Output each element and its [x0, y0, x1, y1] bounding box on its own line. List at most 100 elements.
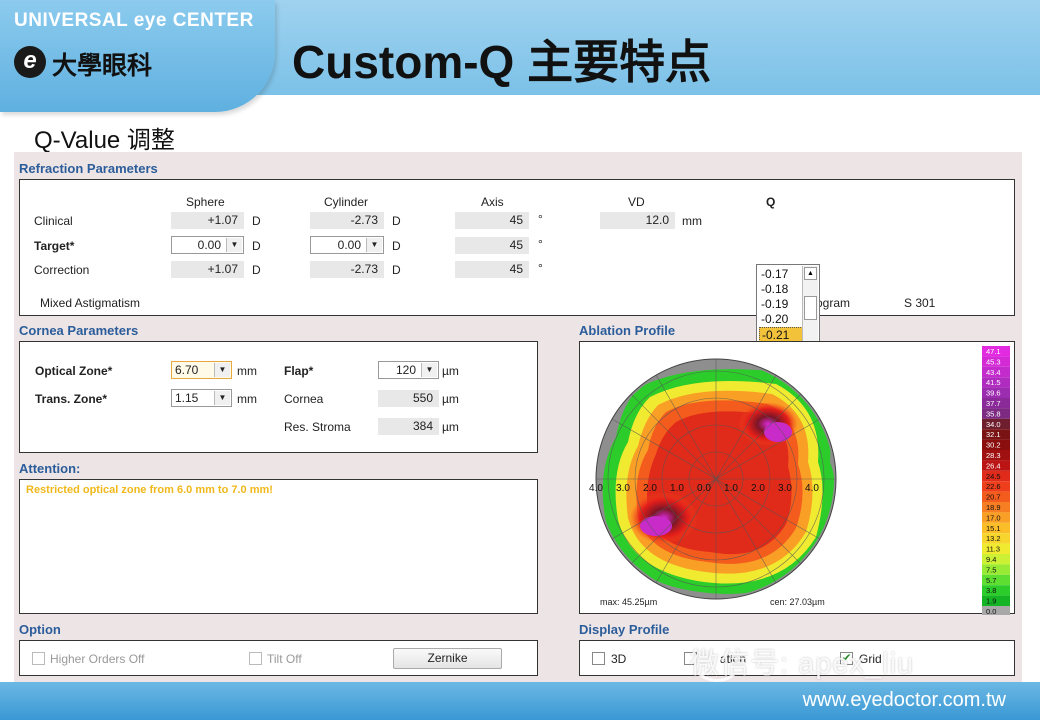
scale-value-label: 9.4 — [986, 555, 996, 564]
scale-value-label: 3.8 — [986, 586, 996, 595]
diagnosis-label: Mixed Astigmatism — [40, 296, 141, 310]
scale-value-label: 26.4 — [986, 461, 1001, 470]
warning-message: Restricted optical zone from 6.0 mm to 7… — [26, 484, 273, 496]
nomogram-value: S 301 — [904, 296, 936, 310]
scale-value-label: 13.2 — [986, 534, 1001, 543]
unit-degree: ° — [538, 237, 543, 251]
higher-orders-checkbox[interactable] — [32, 652, 45, 665]
scroll-up-icon[interactable]: ▲ — [804, 267, 817, 280]
scale-value-label: 41.5 — [986, 378, 1001, 387]
unit-d: D — [392, 263, 401, 277]
row-correction-label: Correction — [34, 263, 90, 277]
col-q-header: Q — [766, 195, 776, 209]
q-option[interactable]: -0.21 — [759, 327, 803, 342]
unit-um: µm — [442, 420, 459, 434]
scale-value-label: 1.9 — [986, 597, 996, 606]
watermark-text: 微信号: apex_liu — [690, 648, 915, 680]
unit-mm: mm — [237, 364, 257, 378]
row-target-label: Target* — [34, 239, 75, 253]
trans-zone-dropdown[interactable]: 1.15 ▼ — [171, 389, 232, 407]
tilt-checkbox[interactable] — [249, 652, 262, 665]
option-section-title: Option — [19, 622, 61, 637]
cornea-section-title: Cornea Parameters — [19, 323, 139, 338]
flap-value: 120 — [395, 363, 416, 377]
axis-tick-label: 4.0 — [805, 483, 819, 494]
axis-tick-label: 2.0 — [751, 483, 765, 494]
display-section-title: Display Profile — [579, 622, 670, 637]
footer-url: www.eyedoctor.com.tw — [802, 689, 1006, 711]
scale-value-label: 37.7 — [986, 399, 1001, 408]
q-option[interactable]: -0.18 — [759, 282, 803, 297]
target-cylinder-dropdown[interactable]: 0.00 ▼ — [310, 236, 384, 254]
q-option[interactable]: -0.17 — [759, 267, 803, 282]
q-option[interactable]: -0.20 — [759, 312, 803, 327]
attention-section-title: Attention: — [19, 461, 81, 476]
col-cylinder-header: Cylinder — [324, 195, 369, 209]
scale-value-label: 18.9 — [986, 503, 1001, 512]
unit-d: D — [392, 214, 401, 228]
chevron-down-icon[interactable]: ▼ — [214, 363, 230, 377]
nomogram-label: ogram — [816, 296, 851, 310]
chevron-down-icon[interactable]: ▼ — [226, 238, 242, 252]
clinical-sphere-value: +1.07 — [171, 212, 244, 229]
target-cylinder-value: 0.00 — [337, 238, 361, 252]
color-scale-legend: 47.145.3 43.441.5 39.637.735.8 34.032.1 30.2… — [982, 346, 1010, 615]
flap-dropdown[interactable]: 120 ▼ — [378, 361, 439, 379]
unit-um: µm — [442, 364, 459, 378]
ablation-map: 4.0 3.0 2.0 1.0 0.0 1.0 2.0 3.0 4.0 max: 45.25µm… — [589, 346, 1010, 615]
axis-tick-label: 4.0 — [589, 483, 603, 494]
flap-label: Flap* — [284, 364, 314, 378]
chevron-down-icon[interactable]: ▼ — [214, 391, 230, 405]
unit-mm: mm — [682, 214, 702, 228]
3d-label: 3D — [611, 652, 627, 666]
res-stroma-value: 384 — [378, 418, 439, 435]
ablation-panel: 4.0 3.0 2.0 1.0 0.0 1.0 2.0 3.0 4.0 max: 45.25µm… — [579, 341, 1015, 615]
trans-zone-value: 1.15 — [175, 391, 199, 405]
correction-sphere-value: +1.07 — [171, 261, 244, 278]
col-axis-header: Axis — [481, 195, 504, 209]
correction-axis-value: 45 — [455, 261, 529, 278]
axis-tick-label: 1.0 — [724, 483, 738, 494]
3d-checkbox[interactable] — [592, 652, 605, 665]
unit-mm: mm — [237, 392, 257, 406]
unit-d: D — [392, 239, 401, 253]
scale-value-label: 39.6 — [986, 389, 1001, 398]
optical-zone-label: Optical Zone* — [35, 364, 113, 378]
trans-zone-label: Trans. Zone* — [35, 392, 108, 406]
max-depth-label: max: 45.25µm — [600, 597, 657, 607]
cornea-panel: Optical Zone* 6.70 ▼ mm Trans. Zone* 1.1… — [19, 341, 538, 453]
org-logo-icon: e — [14, 46, 46, 78]
center-depth-label: cen: 27.03µm — [770, 597, 825, 607]
scale-value-label: 30.2 — [986, 441, 1001, 450]
attention-panel: Restricted optical zone from 6.0 mm to 7… — [19, 479, 538, 614]
axis-tick-label: 1.0 — [670, 483, 684, 494]
scale-value-label: 5.7 — [986, 576, 996, 585]
scale-value-label: 20.7 — [986, 493, 1001, 502]
row-clinical-label: Clinical — [34, 214, 73, 228]
refraction-section-title: Refraction Parameters — [19, 161, 158, 176]
axis-tick-label: 2.0 — [643, 483, 657, 494]
axis-tick-label: 3.0 — [778, 483, 792, 494]
unit-d: D — [252, 239, 261, 253]
chevron-down-icon[interactable]: ▼ — [421, 363, 437, 377]
clinical-vd-value: 12.0 — [600, 212, 675, 229]
org-english-name: UNIVERSAL eye CENTER — [14, 10, 254, 31]
target-sphere-dropdown[interactable]: 0.00 ▼ — [171, 236, 244, 254]
scale-value-label: 32.1 — [986, 430, 1001, 439]
target-sphere-value: 0.00 — [197, 238, 221, 252]
zernike-button[interactable]: Zernike — [393, 648, 502, 669]
q-option[interactable]: -0.19 — [759, 297, 803, 312]
optical-zone-dropdown[interactable]: 6.70 ▼ — [171, 361, 232, 379]
scale-value-label: 24.5 — [986, 472, 1001, 481]
scale-value-label: 0.0 — [986, 607, 996, 615]
scale-value-label: 35.8 — [986, 409, 1001, 418]
chevron-down-icon[interactable]: ▼ — [366, 238, 382, 252]
res-stroma-label: Res. Stroma — [284, 420, 351, 434]
scale-value-label: 22.6 — [986, 482, 1001, 491]
unit-um: µm — [442, 392, 459, 406]
clinical-axis-value: 45 — [455, 212, 529, 229]
unit-d: D — [252, 263, 261, 277]
scroll-thumb[interactable] — [804, 296, 817, 320]
org-logo-tab: UNIVERSAL eye CENTER e 大學眼科 — [0, 0, 275, 112]
unit-degree: ° — [538, 261, 543, 275]
